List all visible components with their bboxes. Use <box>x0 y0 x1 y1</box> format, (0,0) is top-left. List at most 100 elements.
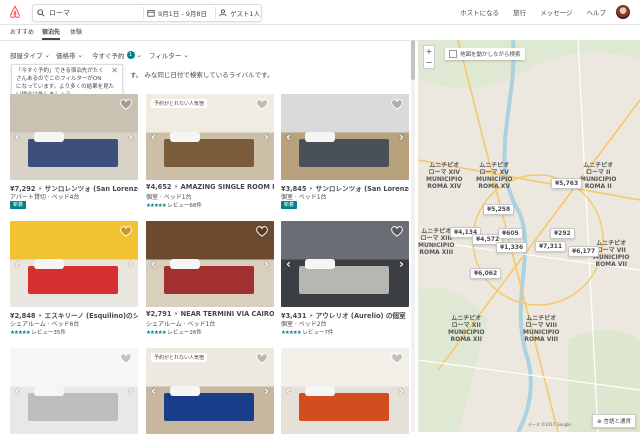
search-as-move-toggle[interactable]: 地図を動かしながら検索 <box>445 48 525 60</box>
price-pin[interactable]: ¥6,062 <box>470 268 502 279</box>
price-pin[interactable]: ¥5,258 <box>483 204 515 215</box>
chevron-right-icon[interactable]: › <box>399 130 404 144</box>
filter-instant-book[interactable]: 今すぐ予約 1 ⌄ <box>92 50 142 60</box>
listing-reviews: ★★★★★ レビュー7件 <box>281 330 334 336</box>
heart-icon[interactable] <box>391 99 403 111</box>
listing-photo[interactable]: ‹ › <box>10 94 138 180</box>
photo-detail <box>34 132 64 142</box>
scrollbar-thumb[interactable] <box>411 40 415 80</box>
chevron-left-icon[interactable]: ‹ <box>15 384 20 398</box>
photo-detail <box>170 386 200 396</box>
listing-photo[interactable]: ‹ › <box>281 94 409 180</box>
location-field[interactable]: ローマ <box>37 5 107 21</box>
heart-icon[interactable] <box>256 226 268 238</box>
rating-stars-icon: ★★★★★ <box>146 330 167 336</box>
nav-become-host[interactable]: ホストになる <box>460 7 499 17</box>
map-region-label: ムニチピオ ローマ VIII MUNICIPIO ROMA VIII <box>523 315 560 343</box>
photo-detail <box>34 259 64 269</box>
listing-photo[interactable]: ‹ › <box>146 221 274 307</box>
listing-subtitle: 個室 · ベッド1台 <box>281 194 327 201</box>
nav-messages[interactable]: メッセージ <box>540 7 572 17</box>
listing-photo[interactable]: ‹ › <box>10 348 138 434</box>
heart-icon[interactable] <box>120 226 132 238</box>
photo-detail <box>299 266 389 294</box>
listing-reviews: ★★★★★ レビュー35件 <box>10 330 66 336</box>
category-tabs: おすすめ 宿泊先 体験 <box>0 24 418 41</box>
chevron-left-icon[interactable]: ‹ <box>286 384 291 398</box>
scrollbar[interactable] <box>411 40 415 432</box>
listing-photo[interactable]: 予約がとれない人気宿 ‹ › <box>146 348 274 434</box>
airbnb-logo-icon[interactable] <box>8 5 22 19</box>
zoom-control[interactable]: + − <box>423 45 435 69</box>
listing-photo[interactable]: ‹ › <box>10 221 138 307</box>
listing-subtitle: シェアルーム · ベッド1台 <box>146 321 216 328</box>
photo-detail <box>164 139 254 167</box>
chevron-right-icon[interactable]: › <box>128 257 133 271</box>
zoom-out-button[interactable]: − <box>424 57 434 68</box>
heart-icon[interactable] <box>120 353 132 365</box>
search-bar[interactable]: ローマ 9月1日 - 9月8日 ゲスト1人 <box>32 4 262 22</box>
listing-photo[interactable]: ‹ › <box>281 348 409 434</box>
price-pin[interactable]: ¥292 <box>550 228 575 239</box>
chevron-left-icon[interactable]: ‹ <box>151 130 156 144</box>
chevron-right-icon[interactable]: › <box>399 384 404 398</box>
listing-photo[interactable]: ‹ › <box>281 221 409 307</box>
heart-icon[interactable] <box>120 99 132 111</box>
chevron-right-icon[interactable]: › <box>128 384 133 398</box>
chevron-left-icon[interactable]: ‹ <box>286 257 291 271</box>
checkbox[interactable] <box>449 50 457 58</box>
guest-value: ゲスト1人 <box>230 10 261 18</box>
tab-recommended[interactable]: おすすめ <box>10 27 34 36</box>
avatar[interactable] <box>616 5 630 19</box>
price-pin[interactable]: ¥605 <box>498 228 523 239</box>
guest-field[interactable]: ゲスト1人 <box>219 5 263 21</box>
zoom-in-button[interactable]: + <box>424 46 434 57</box>
nav-help[interactable]: ヘルプ <box>587 7 607 17</box>
map[interactable]: + − 地図を動かしながら検索 ムニチピオ ローマ XIV MUNICIPIO ROM… <box>418 40 640 432</box>
date-field[interactable]: 9月1日 - 9月8日 <box>147 5 217 21</box>
heart-icon[interactable] <box>391 353 403 365</box>
chevron-left-icon[interactable]: ‹ <box>151 384 156 398</box>
chevron-left-icon[interactable]: ‹ <box>286 130 291 144</box>
tab-homes[interactable]: 宿泊先 <box>42 27 60 36</box>
active-tab-indicator <box>42 38 60 40</box>
chevron-left-icon[interactable]: ‹ <box>15 257 20 271</box>
chevron-right-icon[interactable]: › <box>128 130 133 144</box>
chevron-right-icon[interactable]: › <box>399 257 404 271</box>
tab-experiences[interactable]: 体験 <box>70 27 82 36</box>
language-currency-button[interactable]: ⊕ 言語と通貨 <box>592 414 636 428</box>
heart-icon[interactable] <box>256 353 268 365</box>
popular-tag: 予約がとれない人気宿 <box>151 99 208 108</box>
heart-icon[interactable] <box>256 99 268 111</box>
listing-subtitle: 個室 · ベッド1台 <box>146 194 192 201</box>
top-bar: ローマ 9月1日 - 9月8日 ゲスト1人 ホストになる 旅行 メッセージ ヘル… <box>0 0 640 25</box>
filter-price[interactable]: 価格帯 ⌄ <box>56 50 83 60</box>
tooltip-line: さんあるのでこのフィルターがON <box>16 76 102 82</box>
nav-trips[interactable]: 旅行 <box>513 7 526 17</box>
listing-title[interactable]: ¥4,652 ⚡ AMAZING SINGLE ROOM NEA… <box>146 183 274 191</box>
listing-title[interactable]: ¥2,791 ⚡ NEAR TERMINI VIA CAIROLI 101… <box>146 310 274 318</box>
chevron-right-icon[interactable]: › <box>264 130 269 144</box>
map-region-label: ムニチピオ ローマ XII MUNICIPIO ROMA XII <box>448 315 485 343</box>
close-icon[interactable]: ✕ <box>111 67 118 75</box>
top-nav: ホストになる 旅行 メッセージ ヘルプ <box>446 0 606 24</box>
price-pin[interactable]: ¥6,177 <box>568 246 600 257</box>
chevron-down-icon: ⌄ <box>44 51 50 59</box>
filter-count-badge: 1 <box>126 51 135 59</box>
heart-icon[interactable] <box>391 226 403 238</box>
map-region-label: ムニチピオ ローマ XIV MUNICIPIO ROMA XIV <box>426 162 463 190</box>
listing-photo[interactable]: 予約がとれない人気宿 ‹ › <box>146 94 274 180</box>
chevron-left-icon[interactable]: ‹ <box>15 130 20 144</box>
price-pin[interactable]: ¥5,763 <box>551 178 583 189</box>
price-pin[interactable]: ¥7,311 <box>535 241 567 252</box>
price-pin[interactable]: ¥1,336 <box>496 242 528 253</box>
date-value: 9月1日 - 9月8日 <box>158 10 208 18</box>
listing-subtitle: アパート貸切 · ベッド4台 <box>10 194 80 201</box>
filter-more[interactable]: フィルター ⌄ <box>149 50 189 60</box>
chevron-right-icon[interactable]: › <box>264 257 269 271</box>
chevron-right-icon[interactable]: › <box>264 384 269 398</box>
photo-detail <box>170 259 200 269</box>
filter-room-type[interactable]: 部屋タイプ ⌄ <box>10 50 50 60</box>
chevron-left-icon[interactable]: ‹ <box>151 257 156 271</box>
photo-detail <box>164 266 254 294</box>
